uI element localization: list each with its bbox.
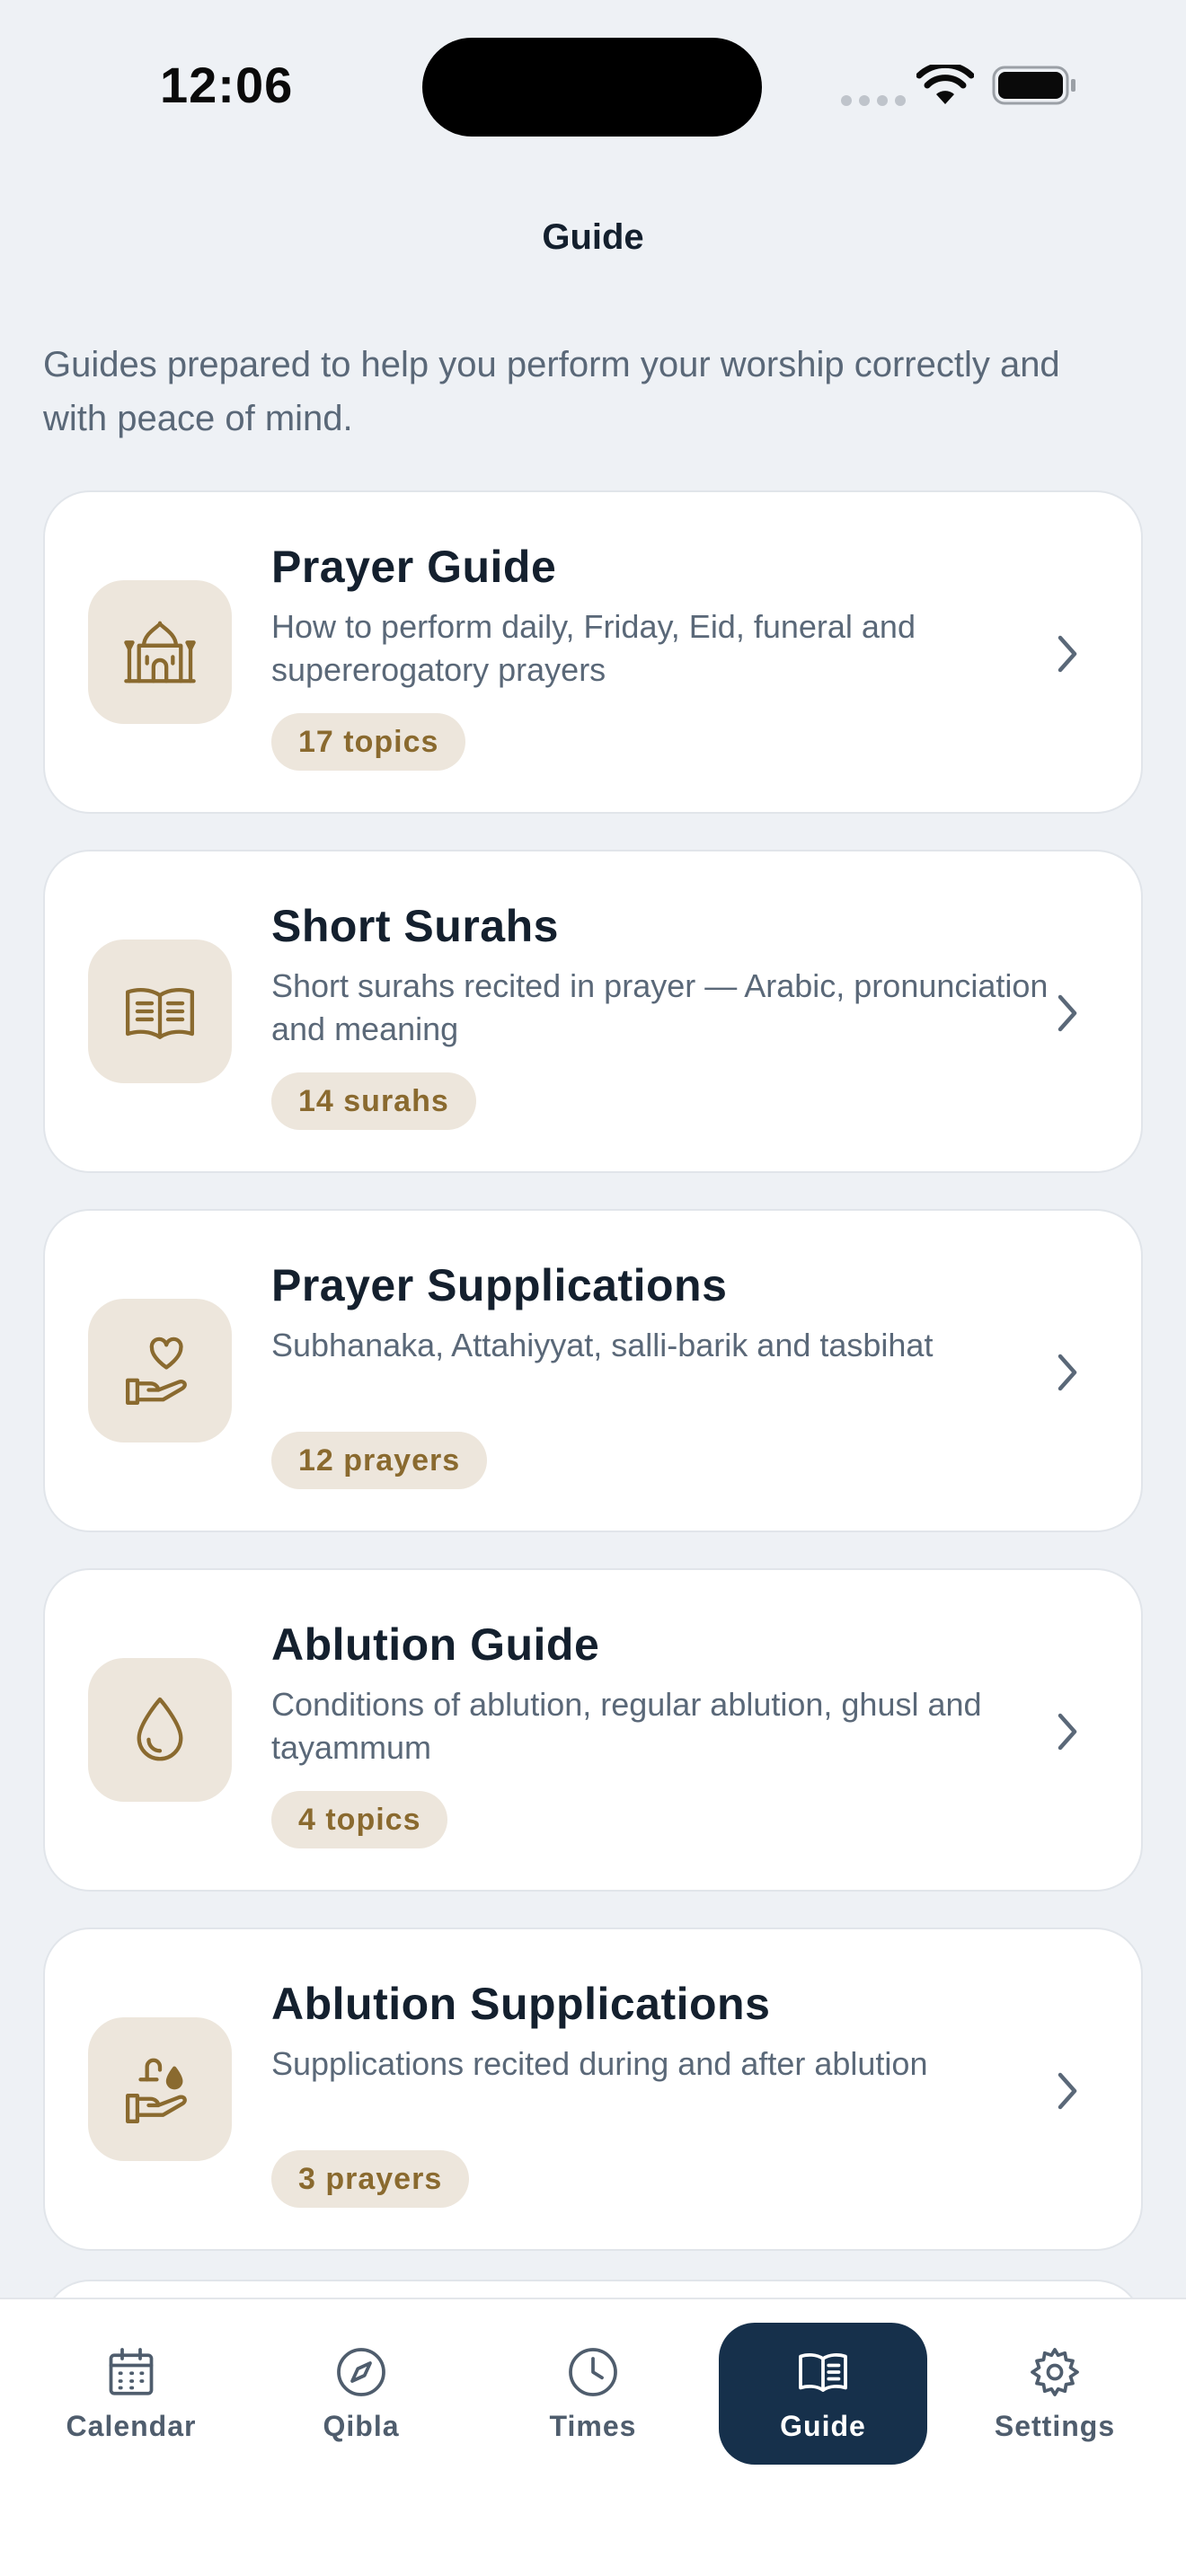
- card-ablution-supplications[interactable]: Ablution Supplications Supplications rec…: [43, 1928, 1143, 2251]
- card-prayer-guide[interactable]: Prayer Guide How to perform daily, Frida…: [43, 490, 1143, 814]
- chevron-right-icon: [1058, 1713, 1077, 1751]
- hand-water-icon: [126, 2058, 187, 2123]
- wifi-icon: [916, 65, 974, 104]
- hand-heart-icon: [126, 1337, 187, 1405]
- card-count-badge: 4 topics: [271, 1791, 448, 1848]
- tab-guide[interactable]: Guide: [719, 2323, 927, 2465]
- calendar-icon: [109, 2347, 154, 2395]
- compass-icon: [337, 2347, 385, 2396]
- card-ablution-guide[interactable]: Ablution Guide Conditions of ablution, r…: [43, 1568, 1143, 1892]
- chevron-right-icon: [1058, 994, 1077, 1032]
- card-description: Subhanaka, Attahiyyat, salli-barik and t…: [271, 1327, 934, 1363]
- tab-bar: Calendar Qibla Times Guide Settings: [0, 2298, 1186, 2576]
- card-short-surahs[interactable]: Short Surahs Short surahs recited in pra…: [43, 850, 1143, 1173]
- dynamic-island: [422, 38, 762, 137]
- card-description: How to perform daily, Friday, Eid, funer…: [271, 608, 916, 688]
- chevron-right-icon: [1058, 635, 1077, 673]
- card-icon-container: [88, 2017, 232, 2161]
- card-title: Prayer Guide: [271, 542, 557, 592]
- tab-label: Calendar: [66, 2409, 197, 2442]
- tab-label: Times: [549, 2409, 637, 2442]
- status-bar: 12:06: [0, 0, 1186, 171]
- clock-icon: [569, 2347, 617, 2396]
- mosque-icon: [124, 621, 196, 684]
- open-book-icon: [126, 988, 194, 1039]
- card-count-badge: 14 surahs: [271, 1072, 476, 1130]
- intro-text: Guides prepared to help you perform your…: [43, 345, 1060, 438]
- tab-calendar[interactable]: Calendar: [27, 2323, 235, 2465]
- water-drop-icon: [137, 1697, 183, 1761]
- card-icon-container: [88, 940, 232, 1083]
- card-icon-container: [88, 1658, 232, 1802]
- page-title: Guide: [542, 217, 644, 257]
- battery-icon: [992, 66, 1075, 105]
- card-description: Short surahs recited in prayer — Arabic,…: [271, 967, 1049, 1047]
- tab-label: Guide: [780, 2409, 866, 2442]
- card-prayer-supplications[interactable]: Prayer Supplications Subhanaka, Attahiyy…: [43, 1209, 1143, 1532]
- chevron-right-icon: [1058, 2072, 1077, 2110]
- card-title: Ablution Supplications: [271, 1979, 771, 2029]
- status-time: 12:06: [160, 57, 294, 113]
- tab-settings[interactable]: Settings: [951, 2323, 1159, 2465]
- card-count-badge: 12 prayers: [271, 1432, 488, 1489]
- tab-qibla[interactable]: Qibla: [257, 2323, 465, 2465]
- card-title: Prayer Supplications: [271, 1260, 728, 1310]
- card-count-badge: 17 topics: [271, 713, 466, 771]
- card-count-badge: 3 prayers: [271, 2150, 470, 2208]
- chevron-right-icon: [1058, 1354, 1077, 1391]
- card-icon-container: [88, 580, 232, 724]
- card-title: Ablution Guide: [271, 1619, 600, 1670]
- card-description: Supplications recited during and after a…: [271, 2045, 928, 2082]
- tab-label: Settings: [994, 2409, 1116, 2442]
- card-description: Conditions of ablution, regular ablution…: [271, 1686, 982, 1766]
- book-icon: [799, 2352, 847, 2392]
- tab-label: Qibla: [323, 2409, 400, 2442]
- guide-card-list: Prayer Guide How to perform daily, Frida…: [43, 490, 1143, 2287]
- card-icon-container: [88, 1299, 232, 1442]
- card-title: Short Surahs: [271, 901, 559, 951]
- guide-screen: 12:06 Guide Guides prepared to help you …: [0, 0, 1186, 2576]
- tab-times[interactable]: Times: [489, 2323, 697, 2465]
- gear-icon: [1031, 2347, 1079, 2396]
- cellular-signal-icon: [841, 95, 906, 106]
